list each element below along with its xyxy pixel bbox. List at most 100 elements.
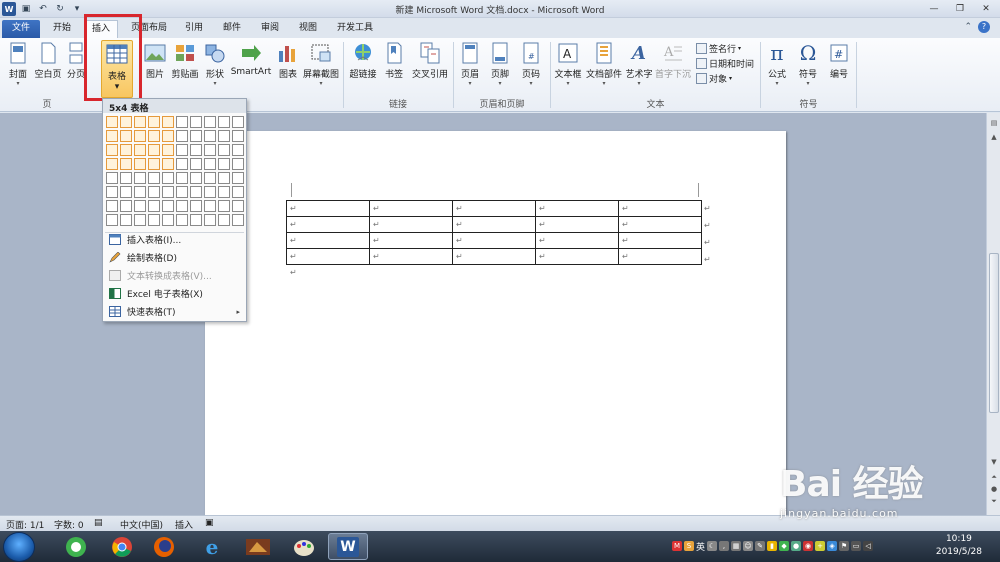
- grid-cell[interactable]: [176, 172, 188, 184]
- maximize-icon[interactable]: ❐: [948, 1, 972, 16]
- grid-cell[interactable]: [204, 130, 216, 142]
- grid-cell[interactable]: [190, 158, 202, 170]
- proofing-icon[interactable]: ▤: [94, 518, 103, 528]
- tab-review[interactable]: 审阅: [254, 20, 286, 38]
- grid-cell[interactable]: [106, 186, 118, 198]
- footer-button[interactable]: 页脚 ▾: [488, 40, 512, 96]
- equation-button[interactable]: π 公式 ▾: [764, 40, 790, 96]
- tray-antivirus-icon[interactable]: ◉: [803, 541, 814, 551]
- grid-cell[interactable]: [232, 172, 244, 184]
- grid-cell[interactable]: [176, 214, 188, 226]
- tray-flag-icon[interactable]: ⚑: [839, 541, 850, 551]
- tab-file[interactable]: 文件: [2, 20, 40, 38]
- grid-cell[interactable]: [134, 116, 146, 128]
- table-cell[interactable]: ↵: [286, 200, 370, 217]
- header-button[interactable]: 页眉 ▾: [458, 40, 482, 96]
- grid-cell[interactable]: [176, 144, 188, 156]
- vertical-scrollbar[interactable]: ▤ ▲ ▼ ⏶ ● ⏷: [986, 113, 1000, 515]
- taskbar-app-chrome[interactable]: [102, 533, 142, 560]
- tray-volume-icon[interactable]: ◁: [863, 541, 874, 551]
- grid-cell[interactable]: [148, 172, 160, 184]
- table-cell[interactable]: ↵: [369, 232, 453, 249]
- date-time-button[interactable]: 日期和时间: [696, 56, 754, 70]
- grid-cell[interactable]: [204, 214, 216, 226]
- grid-cell[interactable]: [106, 214, 118, 226]
- table-cell[interactable]: ↵: [369, 248, 453, 265]
- grid-cell[interactable]: [204, 158, 216, 170]
- tray-folder-icon[interactable]: ▮: [767, 541, 778, 551]
- drop-cap-button[interactable]: A 首字下沉: [654, 40, 692, 96]
- grid-cell[interactable]: [204, 116, 216, 128]
- grid-cell[interactable]: [204, 172, 216, 184]
- taskbar-app-word[interactable]: W: [328, 533, 368, 560]
- grid-cell[interactable]: [190, 186, 202, 198]
- grid-cell[interactable]: [218, 200, 230, 212]
- tray-s-icon[interactable]: S: [684, 541, 694, 551]
- grid-cell[interactable]: [162, 186, 174, 198]
- table-cell[interactable]: ↵: [535, 248, 619, 265]
- quick-tables-item[interactable]: 快速表格(T) ▸: [105, 303, 244, 320]
- grid-cell[interactable]: [162, 172, 174, 184]
- grid-cell[interactable]: [176, 130, 188, 142]
- grid-cell[interactable]: [134, 172, 146, 184]
- cross-reference-button[interactable]: 交叉引用: [410, 40, 450, 96]
- table-cell[interactable]: ↵: [452, 216, 536, 233]
- page-number-button[interactable]: # 页码 ▾: [518, 40, 544, 96]
- grid-cell[interactable]: [190, 144, 202, 156]
- grid-cell[interactable]: [120, 172, 132, 184]
- tab-home[interactable]: 开始: [44, 20, 80, 38]
- cover-page-button[interactable]: 封面 ▾: [4, 40, 32, 96]
- smartart-button[interactable]: SmartArt: [230, 40, 272, 96]
- grid-cell[interactable]: [148, 116, 160, 128]
- scroll-up-icon[interactable]: ▲: [988, 133, 1000, 145]
- grid-cell[interactable]: [232, 116, 244, 128]
- customize-qat-icon[interactable]: ▾: [70, 2, 84, 16]
- grid-cell[interactable]: [190, 172, 202, 184]
- page-count[interactable]: 页面: 1/1: [6, 518, 44, 531]
- picture-button[interactable]: 图片: [143, 40, 167, 96]
- tray-moon-icon[interactable]: ☾: [707, 541, 718, 551]
- table-cell[interactable]: ↵: [286, 216, 370, 233]
- table-cell[interactable]: ↵: [535, 216, 619, 233]
- grid-cell[interactable]: [106, 200, 118, 212]
- grid-cell[interactable]: [134, 186, 146, 198]
- grid-cell[interactable]: [190, 214, 202, 226]
- taskbar-app-firefox[interactable]: [144, 533, 184, 560]
- macro-record-icon[interactable]: ▣: [205, 518, 214, 528]
- grid-cell[interactable]: [148, 130, 160, 142]
- number-button[interactable]: # 编号: [826, 40, 852, 96]
- grid-cell[interactable]: [134, 144, 146, 156]
- wordart-button[interactable]: A 艺术字 ▾: [624, 40, 654, 96]
- close-icon[interactable]: ✕: [974, 1, 998, 16]
- prev-page-icon[interactable]: ⏶: [988, 473, 1000, 485]
- grid-cell[interactable]: [106, 116, 118, 128]
- grid-cell[interactable]: [232, 144, 244, 156]
- table-cell[interactable]: ↵: [618, 232, 702, 249]
- grid-cell[interactable]: [120, 130, 132, 142]
- tray-monitor-icon[interactable]: ▭: [851, 541, 862, 551]
- tray-security-icon[interactable]: ◆: [779, 541, 790, 551]
- insert-table-item[interactable]: 插入表格(I)...: [105, 231, 244, 248]
- grid-cell[interactable]: [148, 200, 160, 212]
- tray-m-icon[interactable]: M: [672, 541, 682, 551]
- grid-cell[interactable]: [176, 186, 188, 198]
- grid-cell[interactable]: [148, 158, 160, 170]
- grid-cell[interactable]: [218, 144, 230, 156]
- table-cell[interactable]: ↵: [618, 216, 702, 233]
- excel-spreadsheet-item[interactable]: Excel 电子表格(X): [105, 285, 244, 302]
- tray-network-icon[interactable]: ◈: [827, 541, 838, 551]
- quick-parts-button[interactable]: 文档部件 ▾: [585, 40, 623, 96]
- screenshot-button[interactable]: 屏幕截图 ▾: [302, 40, 340, 96]
- grid-cell[interactable]: [120, 200, 132, 212]
- taskbar-clock[interactable]: 10:19 2019/5/28: [936, 533, 982, 559]
- table-cell[interactable]: ↵: [535, 232, 619, 249]
- language-indicator[interactable]: 中文(中国): [120, 518, 163, 531]
- grid-cell[interactable]: [120, 144, 132, 156]
- grid-cell[interactable]: [134, 158, 146, 170]
- grid-cell[interactable]: [106, 172, 118, 184]
- document-table[interactable]: ↵ ↵ ↵ ↵ ↵ ↵ ↵ ↵ ↵ ↵ ↵ ↵ ↵ ↵ ↵ ↵ ↵ ↵ ↵ ↵: [286, 200, 702, 265]
- tab-view[interactable]: 视图: [292, 20, 324, 38]
- grid-cell[interactable]: [218, 172, 230, 184]
- table-cell[interactable]: ↵: [369, 216, 453, 233]
- grid-cell[interactable]: [120, 186, 132, 198]
